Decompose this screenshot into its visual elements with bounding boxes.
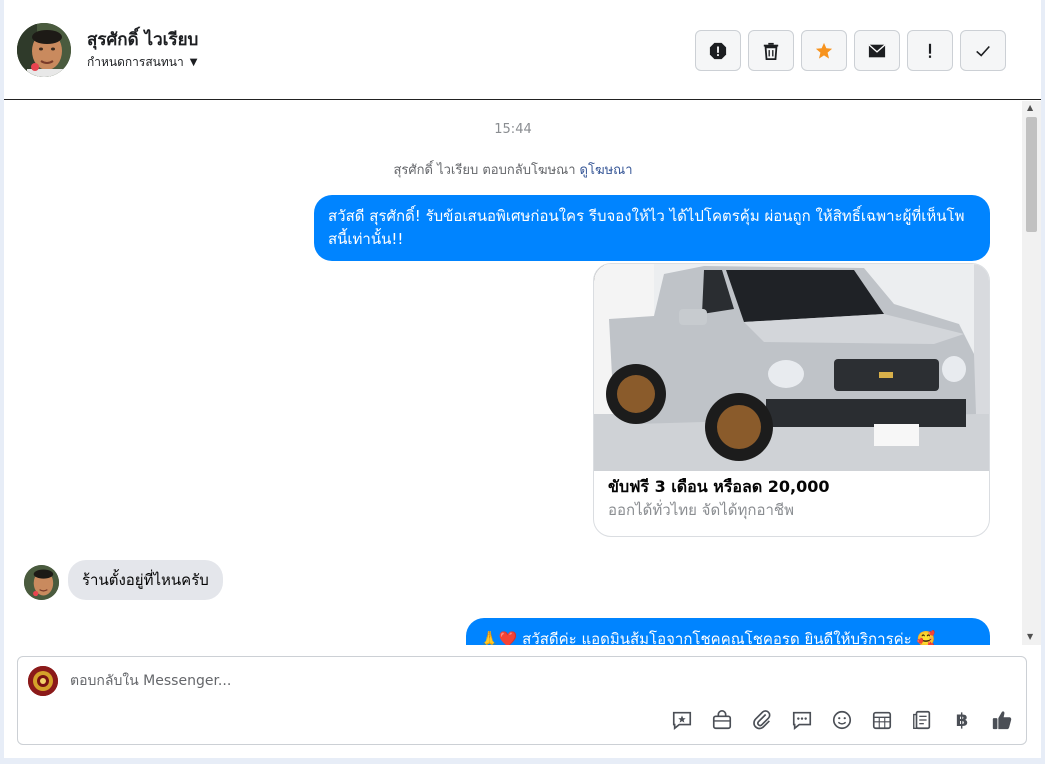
contact-avatar-small [24,565,59,600]
ad-card-subtitle: ออกได้ทั่วไทย จัดได้ทุกอาชีพ [608,501,794,519]
baht-icon: ฿ [955,709,969,731]
saved-replies-button[interactable] [790,708,814,732]
ad-card[interactable]: ขับฟรี 3 เดือน หรือลด 20,000 ออกได้ทั่วไ… [593,263,990,537]
messenger-window: สุรศักดิ์ ไวเรียบ กำหนดการสนทนา ▼ 15:44 … [4,0,1041,758]
caret-down-icon: ▼ [189,57,198,68]
mark-done-button[interactable] [960,30,1006,71]
scroll-down-arrow-icon[interactable]: ▼ [1027,632,1033,641]
notes-button[interactable] [910,708,934,732]
shopping-bag-icon [712,710,732,730]
ad-reply-text: สุรศักดิ์ ไวเรียบ ตอบกลับโฆษณา [393,163,576,178]
outgoing-message: สวัสดี สุรศักดิ์! รับข้อเสนอพิเศษก่อนใคร… [314,195,990,261]
ad-card-title: ขับฟรี 3 เดือน หรือลด 20,000 [608,477,830,496]
thread-scrollbar[interactable]: ▲ ▼ [1022,101,1041,645]
exclamation-icon [928,43,932,58]
conversation-settings-label: กำหนดการสนทนา [87,55,184,69]
star-button[interactable] [801,30,847,71]
notes-icon [913,710,931,730]
ad-reply-notice: สุรศักดิ์ ไวเรียบ ตอบกลับโฆษณา ดูโฆษณา [4,159,1022,180]
contact-name[interactable]: สุรศักดิ์ ไวเรียบ [87,26,198,53]
emoji-button[interactable] [830,708,854,732]
outgoing-message: 🙏❤️ สวัสดีค่ะ แอดมินส้มโอจากโชคคูณโชคอรด… [466,618,990,645]
thumbs-up-icon [992,711,1012,730]
emoji-icon [832,710,852,730]
reply-input[interactable] [70,669,970,693]
scroll-thumb[interactable] [1026,117,1037,232]
check-icon [976,45,990,57]
appointment-button[interactable] [870,708,894,732]
contact-avatar[interactable] [17,23,71,77]
star-icon [815,42,833,59]
envelope-icon [868,43,886,57]
message-timestamp: 15:44 [494,122,532,137]
saved-reply-icon [792,711,812,730]
report-icon [709,42,727,59]
follow-up-button[interactable] [907,30,953,71]
header-actions [695,30,1006,71]
chat-star-icon [672,711,692,730]
composer-toolbar: ฿ [670,708,1014,732]
conversation-settings-dropdown[interactable]: กำหนดการสนทนา ▼ [87,53,197,72]
conversation-header: สุรศักดิ์ ไวเรียบ กำหนดการสนทนา ▼ [4,0,1041,100]
payment-button[interactable]: ฿ [950,708,974,732]
delete-button[interactable] [748,30,794,71]
chat-star-button[interactable] [670,708,694,732]
attach-button[interactable] [750,708,774,732]
trash-icon [763,42,779,60]
paperclip-icon [753,710,771,730]
message-thread[interactable]: 15:44 สุรศักดิ์ ไวเรียบ ตอบกลับโฆษณา ดูโฆ… [4,101,1022,645]
shop-button[interactable] [710,708,734,732]
incoming-message: ร้านตั้งอยู่ที่ไหนครับ [68,560,223,600]
view-ad-link[interactable]: ดูโฆษณา [580,163,633,178]
reply-composer: ฿ [17,656,1027,745]
scroll-up-arrow-icon[interactable]: ▲ [1027,103,1033,112]
page-avatar [28,666,58,696]
mark-unread-button[interactable] [854,30,900,71]
calendar-grid-icon [872,711,892,730]
pickup-truck-image [594,264,989,471]
like-button[interactable] [990,708,1014,732]
report-button[interactable] [695,30,741,71]
